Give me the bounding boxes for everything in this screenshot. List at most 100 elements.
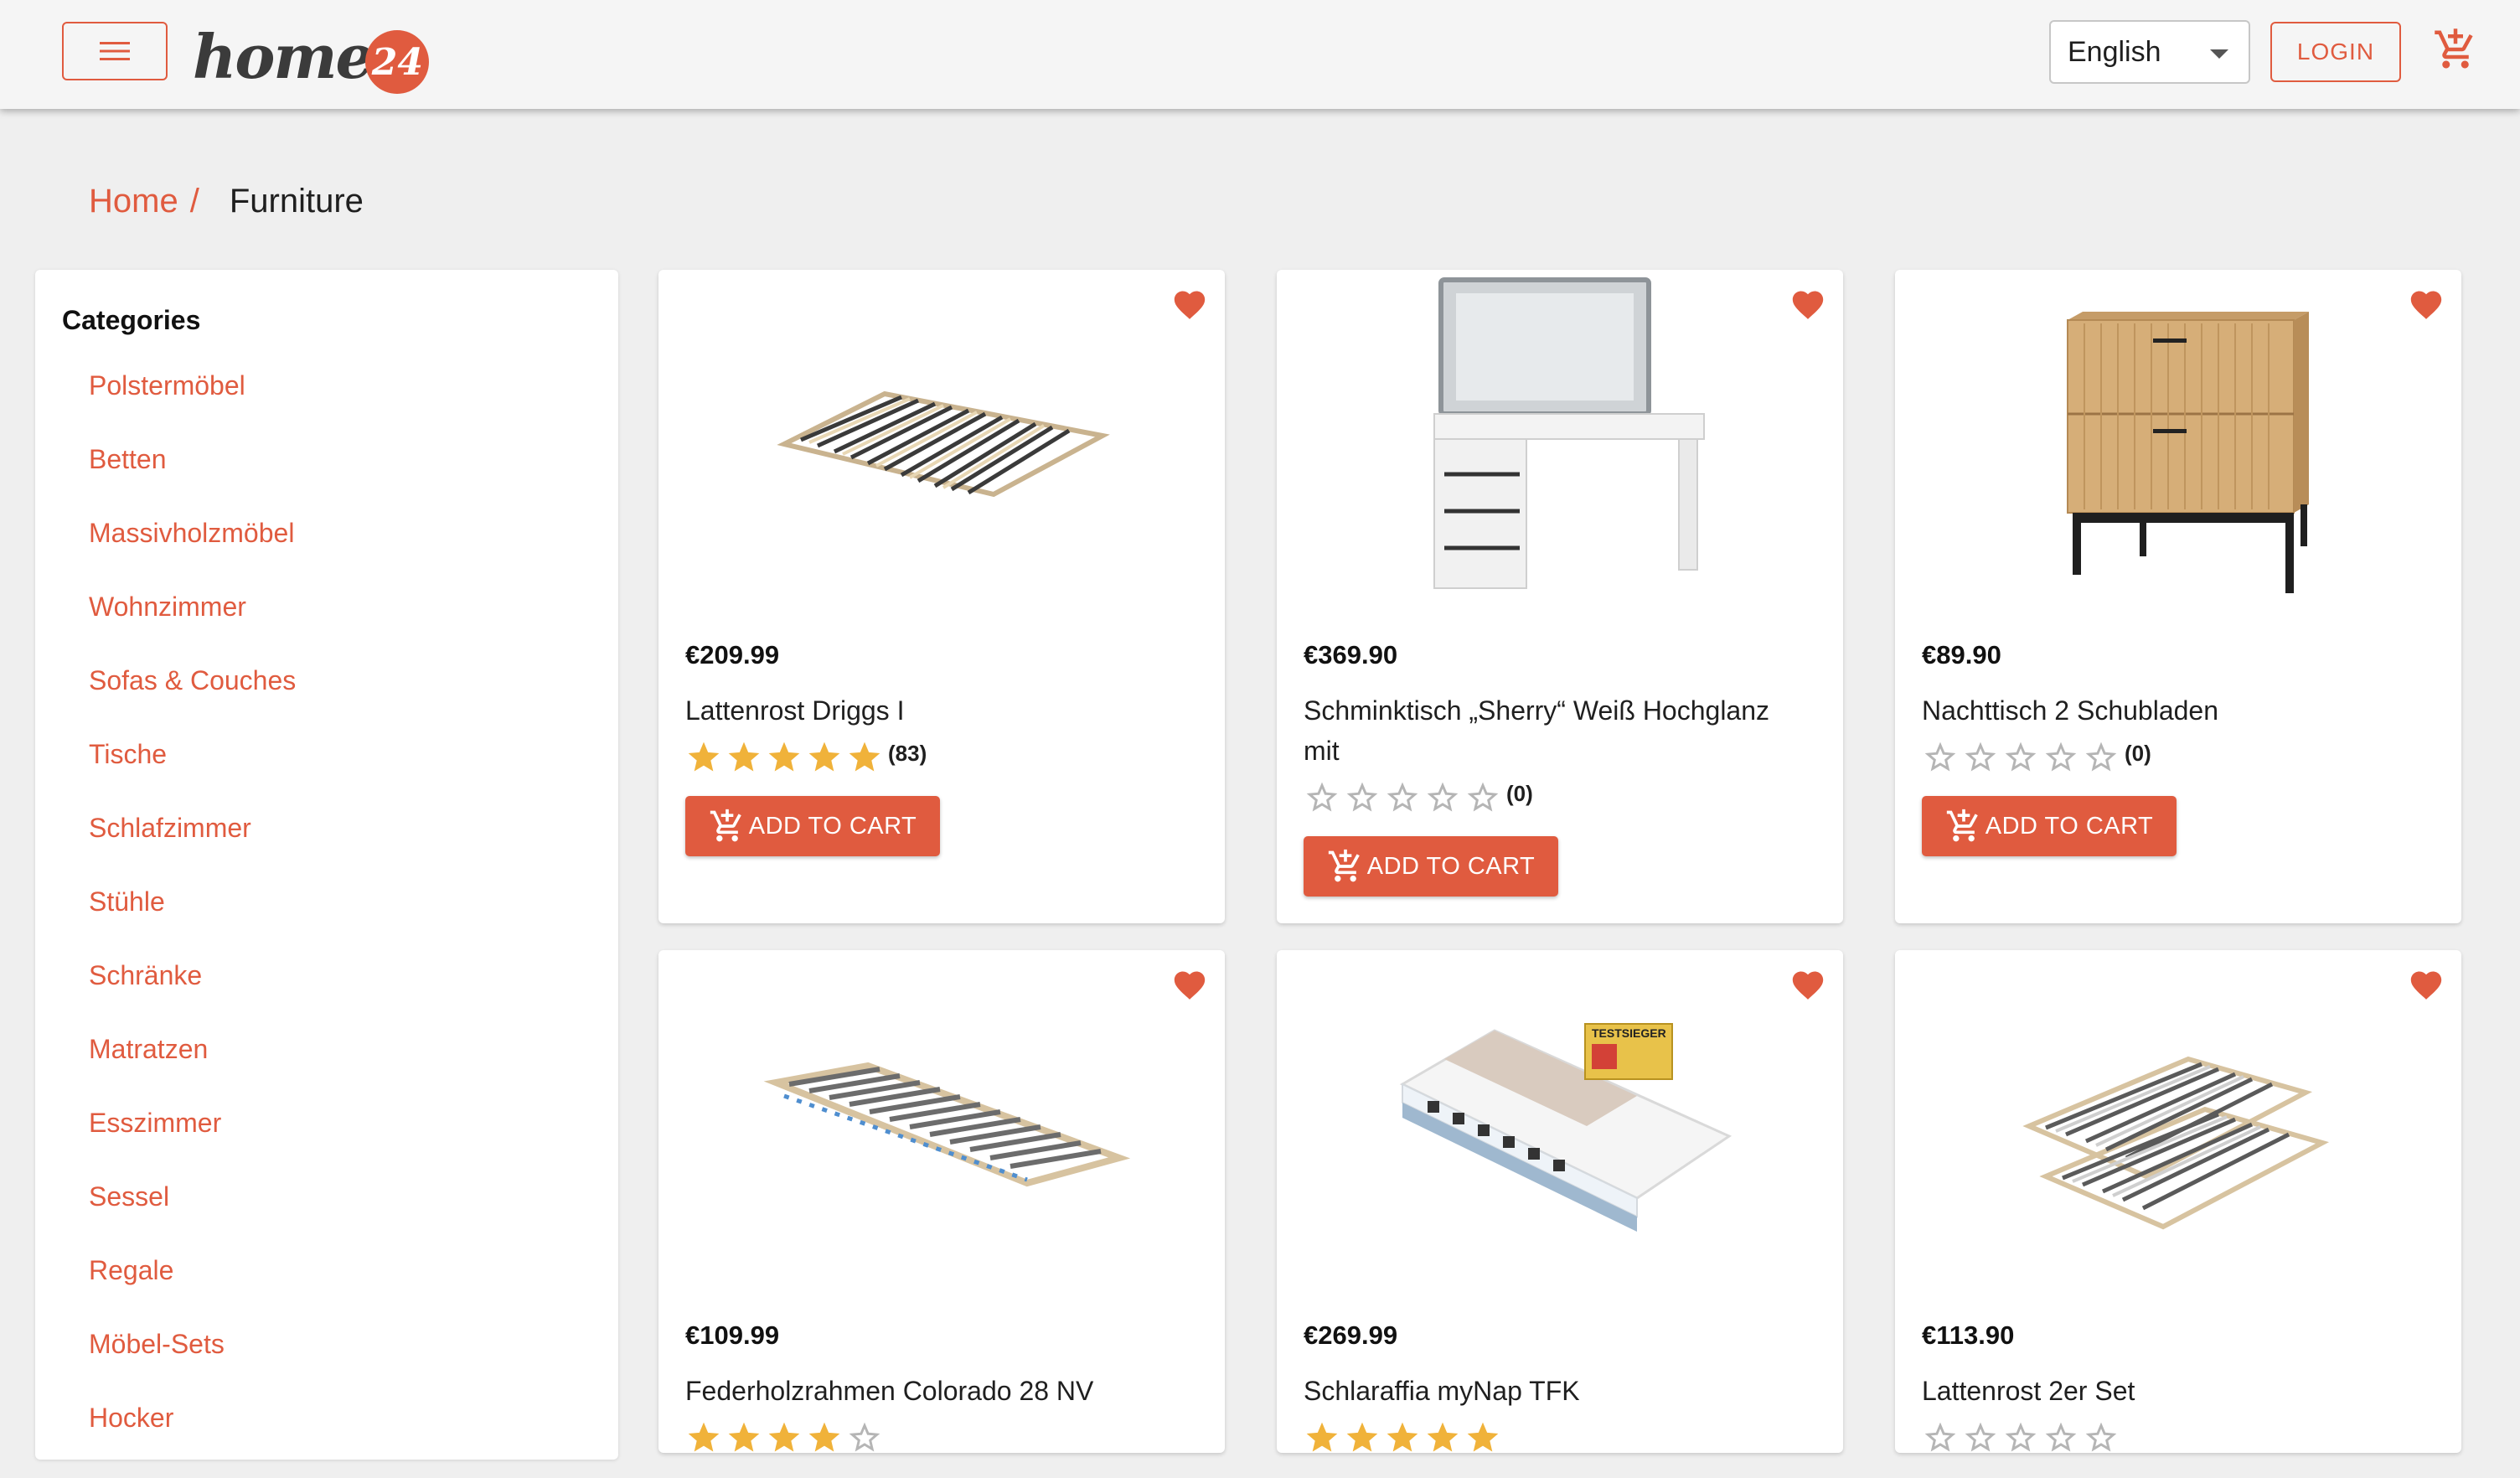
product-rating: (0)	[1304, 779, 1533, 816]
login-label: LOGIN	[2296, 39, 2375, 65]
category-link[interactable]: Schlafzimmer	[89, 814, 296, 888]
favorite-heart-icon[interactable]	[1789, 967, 1826, 1000]
product-name[interactable]: Schminktisch „Sherry“ Weiß Hochglanz mit	[1304, 690, 1806, 771]
logo-badge: 24	[365, 30, 430, 94]
category-link[interactable]: Hocker	[89, 1404, 296, 1478]
product-rating	[1922, 1419, 2123, 1453]
language-select[interactable]: English	[2049, 20, 2250, 84]
star-empty-icon	[849, 1422, 880, 1452]
star-filled-icon	[849, 742, 880, 772]
product-card[interactable]: TESTSIEGER €269.99 Schlaraffia myNap TFK	[1277, 950, 1843, 1453]
star-empty-icon	[2045, 1422, 2077, 1452]
product-price: €113.90	[1922, 1320, 2015, 1350]
add-to-cart-icon	[1328, 849, 1360, 882]
star-empty-icon	[1346, 782, 1378, 812]
add-to-cart-button[interactable]: ADD TO CART	[1922, 796, 2177, 856]
add-to-cart-icon	[1946, 809, 1978, 842]
add-to-cart-label: ADD TO CART	[1985, 812, 2154, 840]
star-filled-icon	[1467, 1422, 1499, 1452]
language-value: English	[2068, 35, 2161, 68]
testsieger-badge: TESTSIEGER	[1592, 1026, 1666, 1040]
star-filled-icon	[728, 742, 760, 772]
product-card[interactable]: €89.90 Nachttisch 2 Schubladen (0) ADD T…	[1895, 270, 2461, 923]
shopping-cart-icon[interactable]	[2433, 27, 2478, 72]
breadcrumb-current: Furniture	[229, 183, 364, 220]
star-empty-icon	[1965, 742, 1996, 772]
star-filled-icon	[728, 1422, 760, 1452]
product-image[interactable]	[1895, 950, 2461, 1285]
category-link[interactable]: Wohnzimmer	[89, 593, 296, 667]
product-rating: (0)	[1922, 739, 2151, 776]
logo-text: home	[193, 21, 374, 92]
product-name[interactable]: Lattenrost Driggs I	[685, 690, 1188, 731]
category-link[interactable]: Esszimmer	[89, 1109, 296, 1183]
rating-count: (0)	[2125, 741, 2151, 766]
favorite-heart-icon[interactable]	[1171, 967, 1208, 1000]
category-link[interactable]: Sofas & Couches	[89, 667, 296, 741]
star-empty-icon	[1387, 782, 1418, 812]
product-name[interactable]: Lattenrost 2er Set	[1922, 1371, 2424, 1411]
favorite-heart-icon[interactable]	[2408, 967, 2445, 1000]
product-image[interactable]	[658, 950, 1225, 1285]
category-link[interactable]: Stühle	[89, 888, 296, 962]
product-price: €269.99	[1304, 1320, 1398, 1350]
add-to-cart-icon	[710, 809, 741, 842]
product-image[interactable]	[658, 270, 1225, 605]
categories-sidebar: Categories Polstermöbel Betten Massivhol…	[35, 270, 618, 1460]
add-to-cart-label: ADD TO CART	[1366, 852, 1536, 880]
product-name[interactable]: Federholzrahmen Colorado 28 NV	[685, 1371, 1188, 1411]
star-filled-icon	[808, 1422, 840, 1452]
star-filled-icon	[688, 742, 720, 772]
product-rating	[685, 1419, 886, 1453]
category-link[interactable]: Matratzen	[89, 1036, 296, 1109]
product-image[interactable]	[1277, 270, 1843, 605]
product-image[interactable]: TESTSIEGER	[1277, 950, 1843, 1285]
product-card[interactable]: €209.99 Lattenrost Driggs I (83) ADD TO …	[658, 270, 1225, 923]
star-filled-icon	[688, 1422, 720, 1452]
category-link[interactable]: Schränke	[89, 962, 296, 1036]
star-filled-icon	[1306, 1422, 1338, 1452]
product-name[interactable]: Schlaraffia myNap TFK	[1304, 1371, 1806, 1411]
category-link[interactable]: Betten	[89, 446, 296, 519]
category-link[interactable]: Regale	[89, 1257, 296, 1331]
login-button[interactable]: LOGIN	[2270, 22, 2401, 82]
star-empty-icon	[2005, 742, 2037, 772]
add-to-cart-button[interactable]: ADD TO CART	[1304, 836, 1558, 897]
star-empty-icon	[2045, 742, 2077, 772]
star-empty-icon	[1924, 742, 1956, 772]
category-link[interactable]: Polstermöbel	[89, 372, 296, 446]
star-empty-icon	[1306, 782, 1338, 812]
star-empty-icon	[1924, 1422, 1956, 1452]
star-empty-icon	[2085, 742, 2117, 772]
favorite-heart-icon[interactable]	[2408, 287, 2445, 320]
product-price: €89.90	[1922, 640, 2001, 669]
category-list: Polstermöbel Betten Massivholzmöbel Wohn…	[89, 372, 296, 1478]
category-link[interactable]: Sessel	[89, 1183, 296, 1257]
star-filled-icon	[768, 1422, 800, 1452]
star-empty-icon	[1467, 782, 1499, 812]
dropdown-caret-icon	[2210, 49, 2228, 59]
product-card[interactable]: €113.90 Lattenrost 2er Set	[1895, 950, 2461, 1453]
top-header: home 24 English LOGIN	[0, 0, 2520, 109]
breadcrumb-home-link[interactable]: Home	[89, 183, 178, 220]
product-price: €209.99	[685, 640, 780, 669]
add-to-cart-button[interactable]: ADD TO CART	[685, 796, 940, 856]
hamburger-icon	[100, 42, 130, 60]
rating-count: (83)	[888, 741, 927, 766]
favorite-heart-icon[interactable]	[1789, 287, 1826, 320]
sidebar-title: Categories	[62, 305, 201, 335]
product-name[interactable]: Nachttisch 2 Schubladen	[1922, 690, 2424, 731]
favorite-heart-icon[interactable]	[1171, 287, 1208, 320]
star-empty-icon	[1427, 782, 1459, 812]
product-card[interactable]: €109.99 Federholzrahmen Colorado 28 NV	[658, 950, 1225, 1453]
product-card[interactable]: €369.90 Schminktisch „Sherry“ Weiß Hochg…	[1277, 270, 1843, 923]
product-price: €369.90	[1304, 640, 1398, 669]
category-link[interactable]: Tische	[89, 741, 296, 814]
product-image[interactable]	[1895, 270, 2461, 605]
star-filled-icon	[768, 742, 800, 772]
category-link[interactable]: Massivholzmöbel	[89, 519, 296, 593]
category-link[interactable]: Möbel-Sets	[89, 1331, 296, 1404]
menu-button[interactable]	[62, 22, 168, 80]
rating-count: (0)	[1506, 781, 1533, 806]
home24-logo[interactable]: home 24	[193, 15, 430, 99]
